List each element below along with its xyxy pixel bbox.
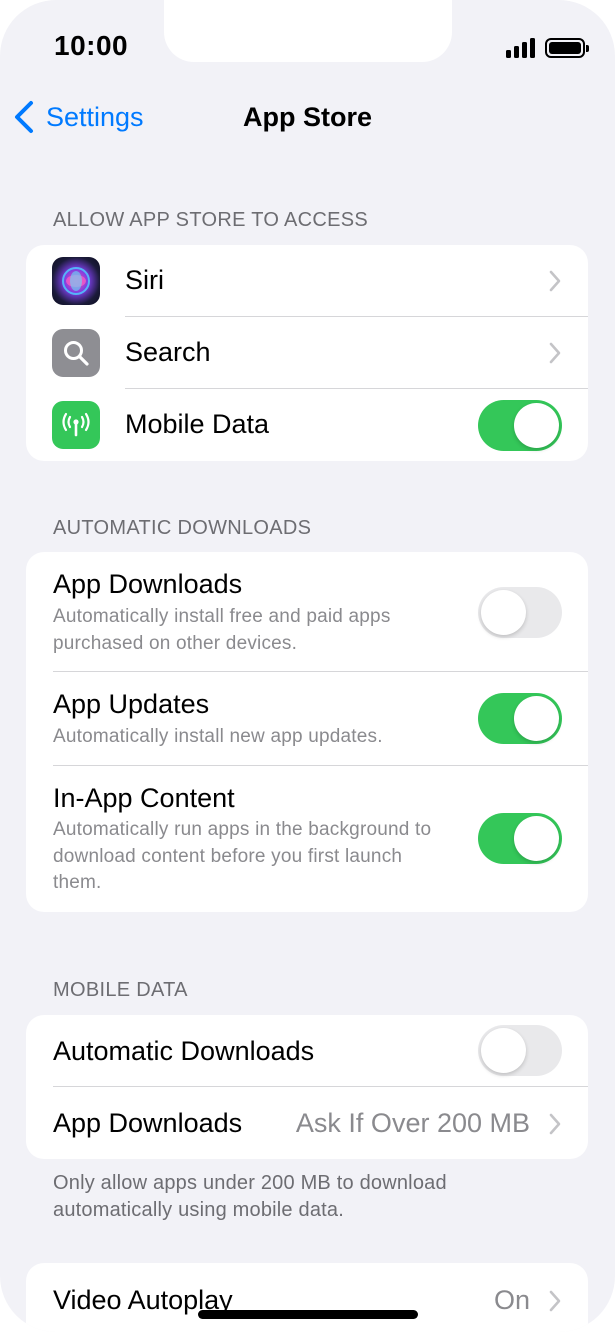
siri-icon bbox=[52, 257, 100, 305]
status-icons bbox=[506, 36, 589, 58]
toggle-knob bbox=[481, 1028, 526, 1073]
antenna-icon bbox=[52, 401, 100, 449]
phone-screen: 10:00 Settings App Store ALLOW APP STORE… bbox=[0, 0, 615, 1332]
description-line: Automatically run apps in the background… bbox=[53, 819, 432, 840]
row-label-app-downloads: App Downloads bbox=[53, 569, 243, 599]
toggle-knob bbox=[514, 696, 559, 741]
battery-icon bbox=[545, 38, 589, 58]
description-line: purchased on other devices. bbox=[53, 632, 298, 654]
description-line: Automatically install free and paid apps bbox=[53, 606, 391, 627]
row-search[interactable]: Search bbox=[26, 317, 588, 389]
row-label-search: Search bbox=[125, 337, 211, 367]
row-mobile-data: Mobile Data bbox=[26, 389, 588, 461]
automatic-downloads-card: App Downloads Automatically install free… bbox=[26, 552, 588, 912]
description-line: them. bbox=[53, 872, 102, 893]
row-video-autoplay[interactable]: Video Autoplay On bbox=[26, 1263, 588, 1332]
page-title: App Store bbox=[242, 102, 372, 132]
row-label-mobile-data: Mobile Data bbox=[125, 409, 270, 439]
row-in-app-content: In-App Content Automatically run apps in… bbox=[26, 766, 588, 912]
row-label-app-updates: App Updates bbox=[53, 689, 210, 719]
row-siri[interactable]: Siri bbox=[26, 245, 588, 317]
footer-line: automatically using mobile data. bbox=[53, 1199, 344, 1221]
detail-value: On bbox=[493, 1285, 530, 1315]
home-indicator bbox=[198, 1310, 418, 1319]
section-header-mobile-data: MOBILE DATA bbox=[53, 979, 188, 1001]
automatic-downloads-toggle[interactable] bbox=[478, 1025, 562, 1076]
section-header-access: ALLOW APP STORE TO ACCESS bbox=[53, 209, 369, 231]
row-label-in-app-content: In-App Content bbox=[53, 783, 235, 813]
navigation-bar: Settings App Store bbox=[0, 96, 615, 140]
access-card: Siri Search Mobile Data bbox=[26, 245, 588, 461]
row-app-downloads: App Downloads Automatically install free… bbox=[26, 552, 588, 671]
row-label-siri: Siri bbox=[125, 265, 164, 295]
notch bbox=[164, 0, 452, 62]
mobile-data-card: Automatic Downloads App Downloads Ask If… bbox=[26, 1015, 588, 1159]
in-app-content-toggle[interactable] bbox=[478, 813, 562, 864]
mobile-data-toggle[interactable] bbox=[478, 400, 562, 451]
row-automatic-downloads: Automatic Downloads bbox=[26, 1015, 588, 1087]
row-label-automatic-downloads: Automatic Downloads bbox=[53, 1036, 315, 1066]
detail-value: Ask If Over 200 MB bbox=[295, 1108, 530, 1138]
chevron-right-icon bbox=[549, 270, 561, 292]
video-card: Video Autoplay On bbox=[26, 1263, 588, 1332]
row-description: Automatically run apps in the background… bbox=[53, 817, 431, 897]
cellular-signal-icon bbox=[506, 36, 535, 58]
row-app-updates: App Updates Automatically install new ap… bbox=[26, 672, 588, 765]
row-mobile-app-downloads[interactable]: App Downloads Ask If Over 200 MB bbox=[26, 1087, 588, 1159]
chevron-right-icon bbox=[549, 342, 561, 364]
app-downloads-toggle[interactable] bbox=[478, 587, 562, 638]
status-time: 10:00 bbox=[54, 30, 129, 61]
row-description: Automatically install new app updates. bbox=[53, 724, 383, 751]
footer-line: Only allow apps under 200 MB to download bbox=[53, 1172, 447, 1194]
chevron-right-icon bbox=[549, 1113, 561, 1135]
description-line: download content before you first launch bbox=[53, 845, 403, 867]
toggle-knob bbox=[481, 590, 526, 635]
toggle-knob bbox=[514, 816, 559, 861]
toggle-knob bbox=[514, 403, 559, 448]
section-header-automatic-downloads: AUTOMATIC DOWNLOADS bbox=[53, 517, 312, 539]
search-icon bbox=[52, 329, 100, 377]
row-label-app-downloads: App Downloads bbox=[53, 1108, 243, 1138]
chevron-right-icon bbox=[549, 1290, 561, 1312]
row-description: Automatically install free and paid apps… bbox=[53, 604, 391, 657]
app-updates-toggle[interactable] bbox=[478, 693, 562, 744]
description-line: Automatically install new app updates. bbox=[53, 726, 383, 747]
section-footer-note: Only allow apps under 200 MB to download… bbox=[53, 1170, 447, 1224]
